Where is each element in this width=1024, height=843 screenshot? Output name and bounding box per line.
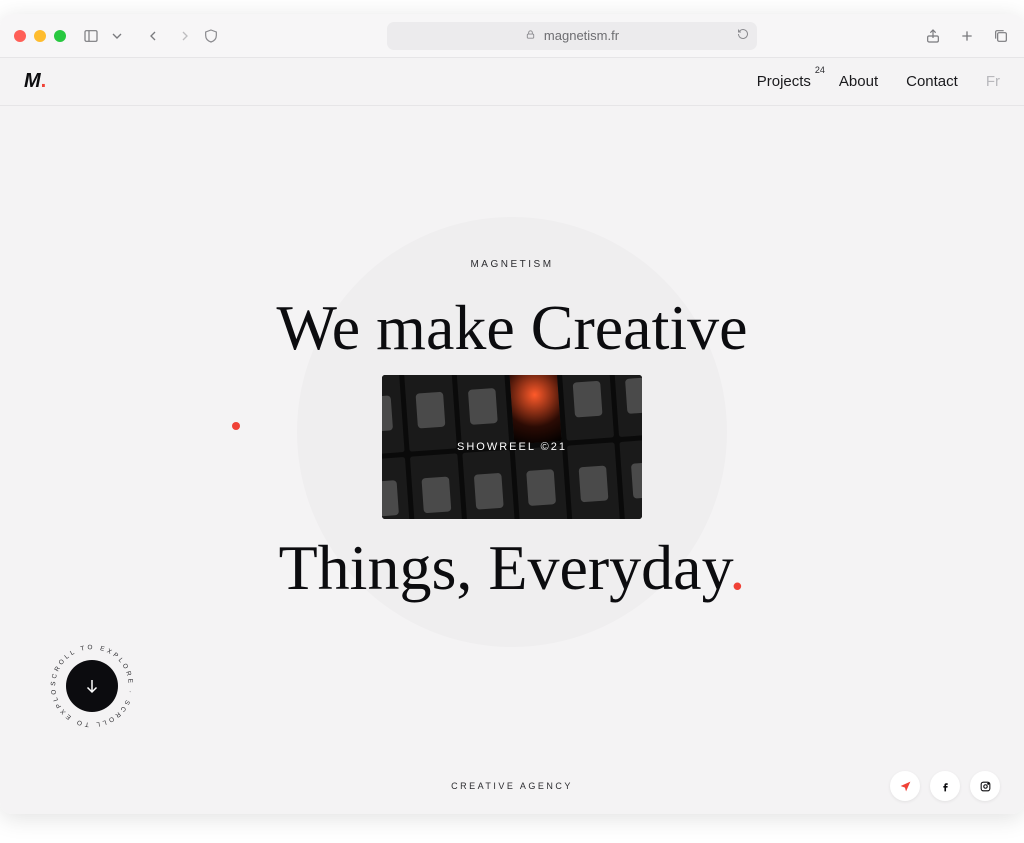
nav-contact[interactable]: Contact — [906, 73, 958, 90]
nav-language[interactable]: Fr — [986, 73, 1000, 90]
scroll-to-explore[interactable]: SCROLL TO EXPLORE · SCROLL TO EXPLORE · — [46, 640, 138, 732]
nav-projects-count: 24 — [815, 65, 825, 75]
site-header: M. Projects 24 About Contact Fr — [0, 58, 1024, 106]
browser-window: magnetism.fr M. Proj — [0, 14, 1024, 814]
forward-button[interactable] — [176, 27, 194, 45]
nav-arrows — [144, 27, 194, 45]
maximize-window-button[interactable] — [54, 30, 66, 42]
red-accent-dot — [232, 422, 240, 430]
hero-headline-line1: We make Creative — [276, 294, 747, 361]
site-logo[interactable]: M. — [24, 70, 45, 93]
social-send-button[interactable] — [890, 771, 920, 801]
primary-nav: Projects 24 About Contact Fr — [757, 73, 1000, 90]
svg-text:SCROLL TO EXPLORE · SCROLL TO: SCROLL TO EXPLORE · SCROLL TO EXPLORE · — [46, 640, 134, 728]
sidebar-icon[interactable] — [82, 27, 100, 45]
tabs-overview-icon[interactable] — [992, 27, 1010, 45]
browser-titlebar: magnetism.fr — [0, 14, 1024, 58]
privacy-shield-icon[interactable] — [202, 27, 220, 45]
hero-eyebrow: MAGNETISM — [470, 259, 553, 270]
minimize-window-button[interactable] — [34, 30, 46, 42]
facebook-icon — [939, 780, 952, 793]
close-window-button[interactable] — [14, 30, 26, 42]
nav-projects[interactable]: Projects 24 — [757, 73, 811, 90]
window-controls — [14, 30, 66, 42]
reload-icon[interactable] — [737, 28, 749, 43]
instagram-icon — [979, 780, 992, 793]
logo-dot: . — [41, 70, 46, 93]
footer-tagline: CREATIVE AGENCY — [451, 781, 573, 791]
page-viewport: M. Projects 24 About Contact Fr MAGNETIS… — [0, 58, 1024, 814]
nav-about[interactable]: About — [839, 73, 878, 90]
scroll-ring-text-svg: SCROLL TO EXPLORE · SCROLL TO EXPLORE · — [46, 640, 138, 732]
chevron-down-icon[interactable] — [108, 27, 126, 45]
lock-icon — [525, 28, 536, 43]
address-bar-url: magnetism.fr — [544, 28, 619, 43]
showreel-label: SHOWREEL ©21 — [457, 441, 567, 453]
back-button[interactable] — [144, 27, 162, 45]
share-icon[interactable] — [924, 27, 942, 45]
paper-plane-icon — [899, 780, 912, 793]
nav-projects-label: Projects — [757, 73, 811, 90]
social-links — [890, 771, 1000, 801]
address-bar-wrap: magnetism.fr — [238, 22, 906, 50]
showreel-card[interactable]: SHOWREEL ©21 — [382, 375, 642, 519]
hero-headline-line2: Things, Everyday. — [279, 531, 746, 605]
address-bar[interactable]: magnetism.fr — [387, 22, 757, 50]
logo-letter: M — [24, 70, 40, 93]
site-footer: CREATIVE AGENCY — [0, 758, 1024, 814]
titlebar-right — [924, 27, 1010, 45]
new-tab-icon[interactable] — [958, 27, 976, 45]
social-facebook-button[interactable] — [930, 771, 960, 801]
hero-line2-dot: . — [729, 532, 745, 603]
social-instagram-button[interactable] — [970, 771, 1000, 801]
hero-line2-text: Things, Everyday — [279, 532, 730, 603]
scroll-ring-textpath: SCROLL TO EXPLORE · SCROLL TO EXPLORE · — [46, 640, 134, 728]
hero-section: MAGNETISM We make Creative SHOWREEL ©21 … — [0, 106, 1024, 758]
